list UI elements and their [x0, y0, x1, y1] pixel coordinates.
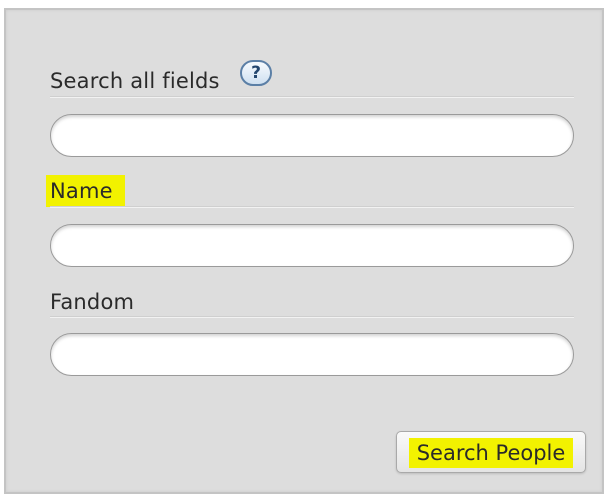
- name-input[interactable]: [50, 224, 574, 267]
- fandom-label-text: Fandom: [50, 290, 135, 314]
- name-label: Name: [46, 175, 125, 207]
- name-label-text: Name: [46, 175, 125, 207]
- search-all-fields-label-text: Search all fields: [50, 69, 220, 93]
- fandom-label: Fandom: [50, 289, 134, 315]
- divider: [50, 316, 574, 318]
- search-all-fields-label: Search all fields: [50, 68, 220, 94]
- divider: [50, 206, 574, 208]
- search-all-fields-input[interactable]: [50, 114, 574, 157]
- divider: [50, 96, 574, 98]
- fandom-input[interactable]: [50, 333, 574, 376]
- search-people-form: Search all fields ? Name Fandom Search P…: [4, 8, 604, 494]
- search-people-button-label: Search People: [408, 438, 574, 468]
- help-icon[interactable]: ?: [240, 60, 272, 86]
- search-people-button[interactable]: Search People: [396, 431, 586, 473]
